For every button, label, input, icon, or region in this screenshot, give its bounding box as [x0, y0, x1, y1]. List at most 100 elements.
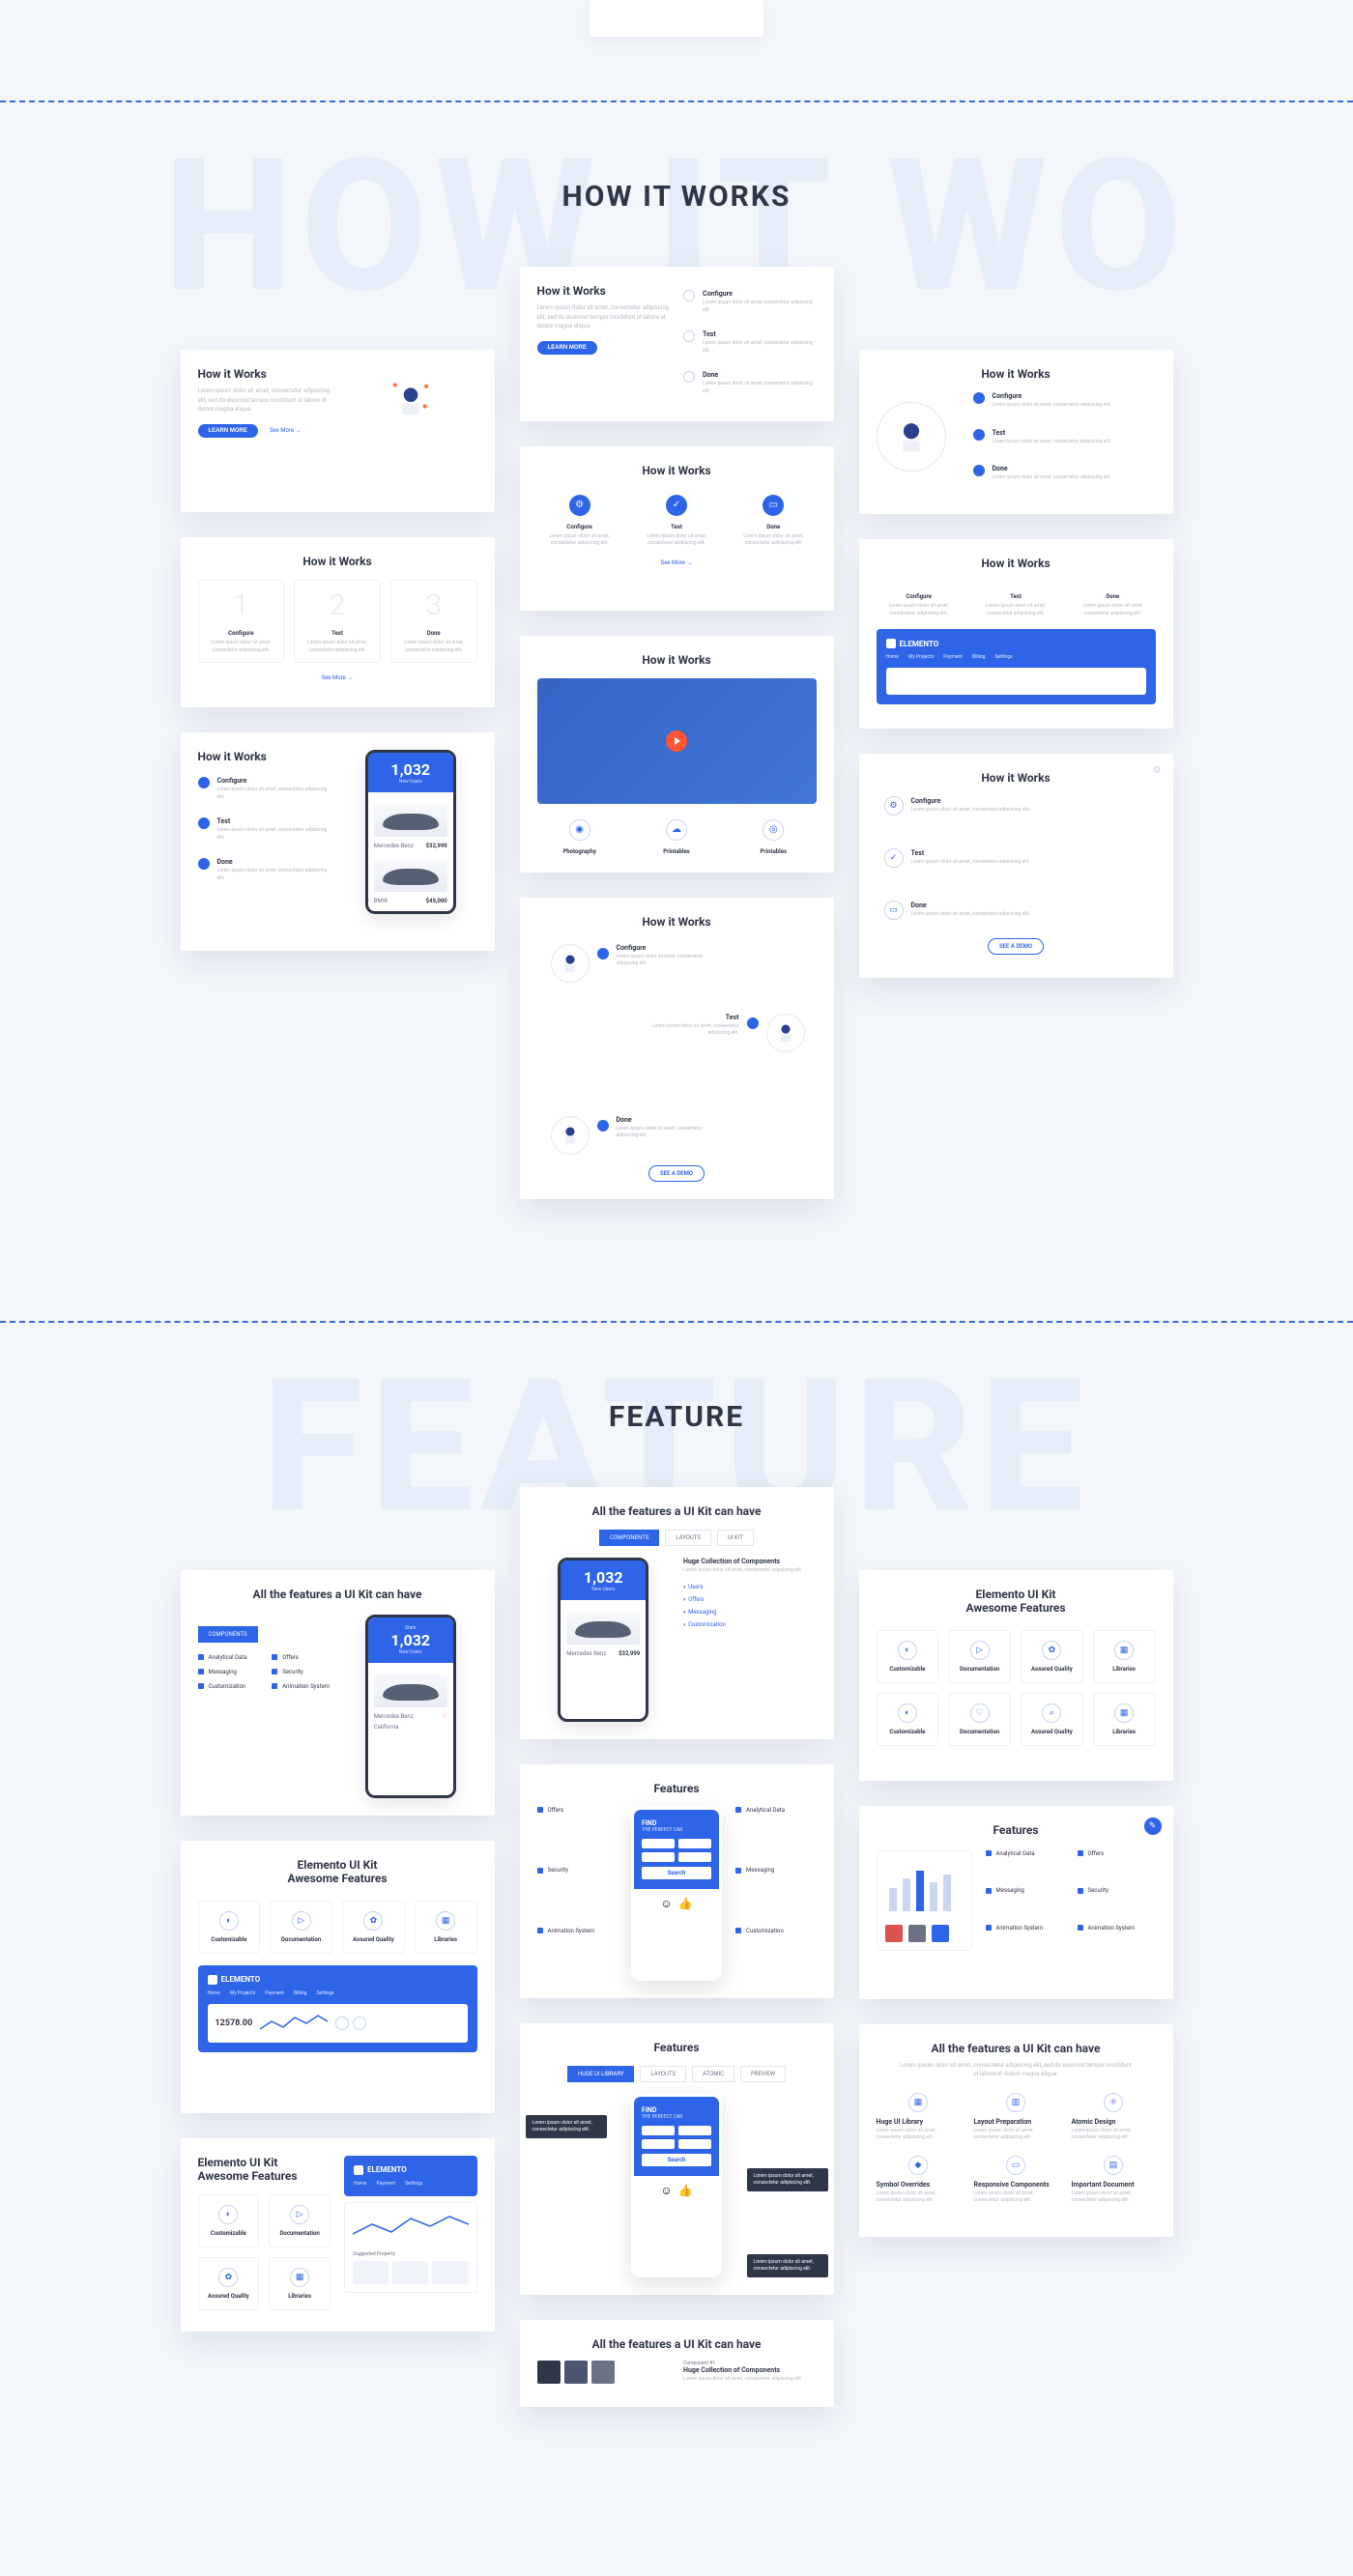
tab-library[interactable]: HUGE UI LIBRARY: [567, 2066, 635, 2082]
step-body: Lorem ipsum dolor sit amet, consectetur …: [207, 640, 276, 654]
card-subtitle: Awesome Features: [198, 2169, 331, 2183]
feature-mini-item: ◐ Messaging: [683, 1609, 817, 1616]
card-lorem: Lorem ipsum dolor sit amet, consectetur …: [198, 386, 331, 415]
feature-label: Assured Quality: [1027, 1666, 1077, 1673]
nav-item[interactable]: My Projects: [908, 654, 934, 660]
nav-item[interactable]: Home: [208, 1990, 220, 1996]
step-title: Configure: [217, 777, 331, 785]
tab-preview[interactable]: PREVIEW: [740, 2066, 786, 2082]
tab-components[interactable]: COMPONENTS: [599, 1530, 659, 1546]
customize-icon: ◐: [218, 2205, 238, 2224]
car-brand: BMW: [374, 898, 388, 904]
step-title: Done: [217, 858, 331, 866]
top-preview-card: [590, 0, 763, 37]
nav-item[interactable]: Billing: [294, 1990, 307, 1996]
step-number: 2: [302, 588, 372, 622]
nav-item[interactable]: Settings: [316, 1990, 333, 1996]
search-button[interactable]: Search: [642, 1867, 711, 1879]
see-more-link[interactable]: See More →: [198, 674, 477, 681]
step-number: 3: [399, 588, 469, 622]
card-lorem: Lorem ipsum dolor sit amet, consectetur …: [900, 2061, 1132, 2079]
step-row: Test Lorem ipsum dolor sit amet, consect…: [198, 817, 331, 842]
step-dot-icon: [198, 858, 210, 870]
nav-item[interactable]: Payment: [265, 1990, 284, 1996]
car-price: $32,999: [619, 1650, 640, 1657]
smile-icon: ☺: [660, 1897, 672, 1910]
folder-icon: ▭: [763, 495, 784, 516]
step-title: Test: [652, 1014, 739, 1021]
video-thumbnail[interactable]: [537, 678, 817, 804]
see-demo-button[interactable]: SEE A DEMO: [648, 1165, 705, 1182]
play-icon[interactable]: [666, 730, 687, 752]
step-title: Configure: [993, 392, 1111, 400]
feature-label: Customizable: [883, 1666, 933, 1673]
feature-item: Animation System: [986, 1925, 1064, 1951]
step-body: Lorem ipsum dolor sit amet, consectetur …: [911, 807, 1030, 815]
dashboard-metric: 12578.00: [216, 2018, 253, 2028]
step-title: Test: [302, 630, 372, 637]
icon-title: Photography: [537, 848, 622, 855]
illustration-avatar: [877, 402, 946, 472]
nav-item[interactable]: Payment: [376, 2181, 395, 2187]
icon-body: Lorem ipsum dolor sit amet, consectetur …: [537, 533, 622, 548]
thumbs-up-icon: 👍: [678, 2184, 693, 2197]
car-price: $32,999: [426, 843, 447, 849]
folder-icon: ▭: [884, 901, 904, 920]
feature-item: Offers: [537, 1807, 619, 1860]
feature-mini-item: ◐ Customization: [683, 1621, 817, 1628]
illustration-avatar: [376, 367, 446, 437]
how-it-works-section: HOW IT WO HOW IT WORKS How it Works Lore…: [0, 102, 1353, 1257]
col-1: How it Works Lorem ipsum dolor sit amet,…: [181, 350, 495, 951]
feature-label: Atomic Design: [1072, 2118, 1156, 2126]
card-subtitle: Awesome Features: [198, 1872, 477, 1885]
feature-item: Animation System: [537, 1928, 619, 1981]
hiw-card-steps-right: How it Works Lorem ipsum dolor sit amet,…: [520, 267, 834, 421]
feat-card-tabs-phone: All the features a UI Kit can have COMPO…: [520, 1487, 834, 1739]
search-button[interactable]: Search: [642, 2154, 711, 2166]
phone-mockup: Stats1,032New Users Mercedes Benz♡ Calif…: [365, 1615, 456, 1798]
step-title: Configure: [911, 797, 1030, 805]
car-image: [374, 804, 447, 837]
gear-icon: ⚙: [1153, 765, 1162, 776]
card-lorem: Lorem ipsum dolor sit amet, consectetur …: [683, 1567, 817, 1575]
see-more-link[interactable]: See More →: [537, 559, 817, 566]
nav-item[interactable]: Payment: [943, 654, 963, 660]
tooltip: Lorem ipsum dolor sit amet, consectetur …: [526, 2115, 607, 2138]
feature-mini-item: ◐ Offers: [683, 1596, 817, 1603]
nav-item[interactable]: Settings: [994, 654, 1012, 660]
nav-item[interactable]: Settings: [405, 2181, 422, 2187]
nav-item[interactable]: Billing: [972, 654, 986, 660]
step-body: Lorem ipsum dolor sit amet, consectetur …: [703, 340, 817, 355]
avatar-step-1: [551, 944, 590, 983]
tab-layouts[interactable]: LAYOUTS: [665, 1530, 711, 1546]
library-icon: ▦: [908, 2093, 928, 2112]
symbol-icon: ◆: [908, 2156, 928, 2175]
phone-mockup-find: FIND THE PERFECT CAR Search ☺ 👍: [631, 1807, 722, 1981]
learn-more-button[interactable]: LEARN MORE: [537, 341, 597, 355]
dashboard-panel: ELEMENTO HomePaymentSettings: [344, 2156, 477, 2196]
card-title: Features: [877, 1823, 1156, 1837]
section-title: FEATURE: [0, 1400, 1353, 1434]
feature-cells: ◐Customizable ▷Documentation ✿Assured Qu…: [198, 1901, 477, 1954]
nav-item[interactable]: Home: [886, 654, 899, 660]
tab-atomic[interactable]: ATOMIC: [692, 2066, 734, 2082]
feature-label: Libraries: [421, 1936, 471, 1943]
see-more-link[interactable]: See More →: [270, 427, 302, 434]
phone-stat-label: New Users: [374, 779, 447, 785]
step-body: Lorem ipsum dolor sit amet, consectetur …: [993, 439, 1111, 446]
tab-components[interactable]: COMPONENTS: [198, 1626, 258, 1643]
feature-label: Libraries: [275, 2293, 324, 2300]
phone-header: 1,032 New Users: [368, 753, 453, 792]
dashboard-nav: Home My Projects Payment Billing Setting…: [886, 654, 1146, 660]
tab-layouts[interactable]: LAYOUTS: [640, 2066, 686, 2082]
hiw-card-phone: How it Works Configure Lorem ipsum dolor…: [181, 732, 495, 951]
feature-item: Security: [272, 1669, 331, 1675]
feature-section: FEATURE FEATURE All the features a UI Ki…: [0, 1323, 1353, 2465]
see-demo-button[interactable]: SEE A DEMO: [988, 938, 1044, 955]
learn-more-button[interactable]: LEARN MORE: [198, 424, 258, 438]
tab-uikit[interactable]: UI KIT: [717, 1530, 754, 1546]
nav-item[interactable]: My Projects: [230, 1990, 255, 1996]
nav-item[interactable]: Home: [354, 2181, 366, 2187]
library-icon: ▦: [436, 1911, 455, 1931]
document-icon: ▷: [292, 1911, 311, 1931]
